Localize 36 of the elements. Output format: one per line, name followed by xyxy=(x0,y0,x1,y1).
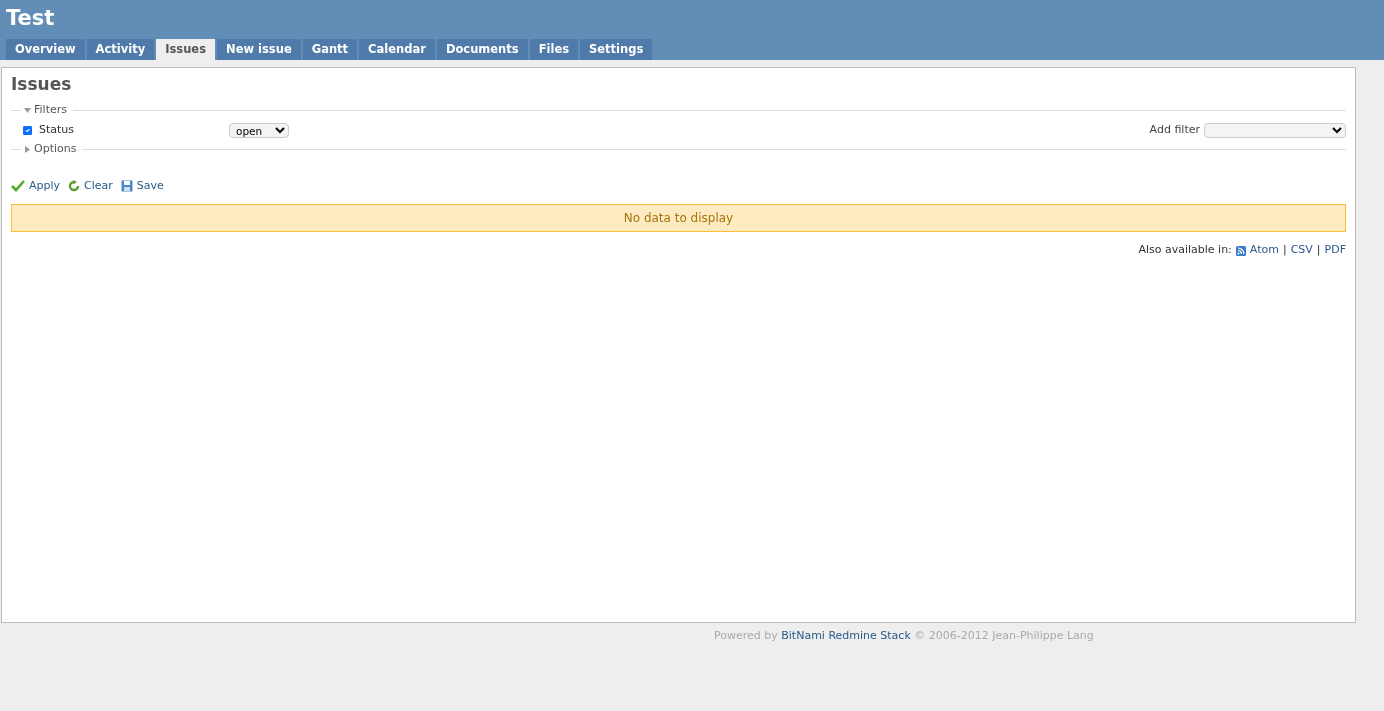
nav-tab[interactable]: Activity xyxy=(86,39,155,60)
footer-text: © 2006-2012 Jean-Philippe Lang xyxy=(914,629,1094,642)
footer-text: Powered by xyxy=(714,629,778,642)
add-filter-select[interactable] xyxy=(1204,122,1346,138)
collapsed-triangle-icon[interactable] xyxy=(24,146,31,154)
nav-tab[interactable]: Gantt xyxy=(302,39,358,60)
checkmark-icon xyxy=(11,180,25,193)
nav-tab[interactable]: Files xyxy=(529,39,579,60)
options-legend[interactable]: Options xyxy=(34,141,77,158)
nav-tab[interactable]: Issues xyxy=(156,39,215,60)
filters-legend[interactable]: Filters xyxy=(34,102,67,119)
filter-checkbox[interactable] xyxy=(23,125,32,135)
save-link[interactable]: Save xyxy=(136,177,164,195)
circular-arrow-icon xyxy=(68,180,81,193)
nav-tab[interactable]: Overview xyxy=(6,39,85,60)
apply-link[interactable]: Apply xyxy=(29,177,61,195)
export-link[interactable]: PDF xyxy=(1324,242,1346,259)
nav-tab[interactable]: Settings xyxy=(580,39,653,60)
no-data-notice: No data to display xyxy=(11,204,1346,233)
clear-link[interactable]: Clear xyxy=(84,177,113,195)
nav-tab[interactable]: New issue xyxy=(217,39,301,60)
export-link[interactable]: Atom xyxy=(1249,242,1279,259)
feed-icon xyxy=(1235,245,1246,256)
operator-select[interactable]: open xyxy=(229,122,289,138)
footer-link[interactable]: BitNami Redmine Stack xyxy=(781,629,911,642)
nav-tab[interactable]: Calendar xyxy=(359,39,435,60)
export-link[interactable]: CSV xyxy=(1290,242,1313,259)
separator-text: | xyxy=(1282,242,1287,259)
separator-text: | xyxy=(1316,242,1321,259)
page-title: Issues xyxy=(11,74,73,95)
project-title: Test xyxy=(6,5,56,32)
export-label: Also available in: xyxy=(1138,242,1232,259)
nav-tab[interactable]: Documents xyxy=(436,39,528,60)
expanded-triangle-icon[interactable] xyxy=(24,107,31,115)
add-filter-label: Add filter xyxy=(1149,121,1200,138)
filter-label: Status xyxy=(39,121,76,138)
